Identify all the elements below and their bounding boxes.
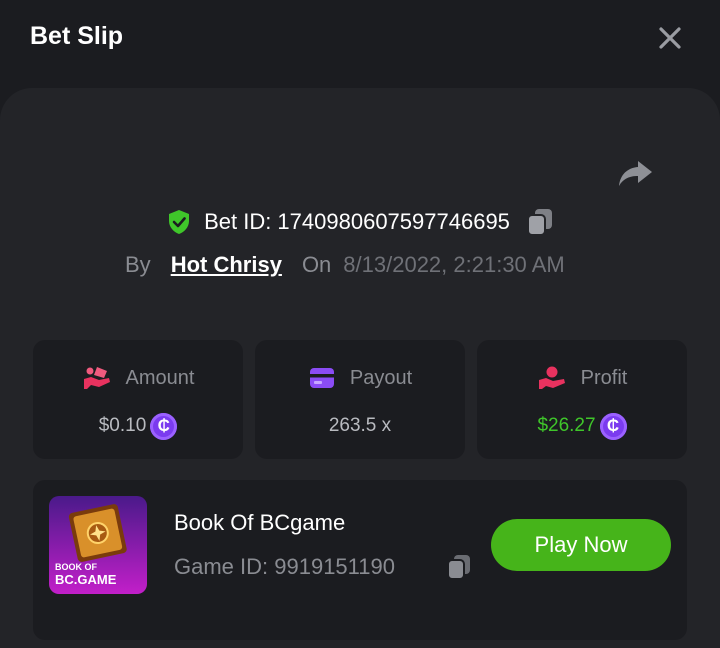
payout-header: Payout (255, 364, 465, 392)
bet-slip-header: Bet Slip (0, 0, 720, 80)
bet-id-row: Bet ID: 1740980607597746695 (0, 204, 720, 240)
profit-label: Profit (580, 366, 628, 389)
page-title: Bet Slip (30, 22, 124, 50)
copy-bet-id-icon[interactable] (526, 207, 554, 237)
coin-icon: ₵ (150, 412, 178, 440)
bet-id: Bet ID: 1740980607597746695 (204, 209, 510, 234)
share-button[interactable] (616, 155, 654, 191)
share-icon (619, 161, 652, 186)
profit-value: $26.27 (537, 415, 596, 436)
money-hand-icon (83, 367, 110, 389)
on-label: On (301, 252, 332, 277)
game-card: BOOK OF BC.GAME Book Of BCgame Game ID: … (33, 480, 687, 640)
close-button[interactable] (654, 22, 686, 54)
amount-value-row: $0.10 ₵ (33, 410, 243, 442)
profit-header: Profit (477, 364, 687, 392)
payout-value-row: 263.5 x (255, 410, 465, 442)
profit-hand-icon (538, 366, 565, 389)
play-now-button[interactable]: Play Now (491, 519, 671, 571)
profit-card: Profit $26.27 ₵ (477, 340, 687, 459)
game-thumbnail[interactable]: BOOK OF BC.GAME (49, 496, 147, 594)
game-name: Book Of BCgame (174, 510, 346, 535)
book-of-bcgame-logo: BOOK OF BC.GAME (49, 496, 147, 594)
amount-header: Amount (33, 364, 243, 392)
card-icon (309, 368, 334, 388)
bet-date: 8/13/2022, 2:21:30 AM (343, 252, 565, 277)
coin-icon: ₵ (599, 412, 627, 440)
amount-card: Amount $0.10 ₵ (33, 340, 243, 459)
verified-shield-icon (169, 210, 190, 234)
amount-label: Amount (125, 366, 195, 389)
amount-value: $0.10 (98, 415, 147, 436)
bet-meta-row: By Hot Chrisy On 8/13/2022, 2:21:30 AM (125, 248, 565, 282)
close-icon (659, 27, 681, 49)
thumb-text-1: BOOK OF (55, 562, 98, 572)
payout-label: Payout (349, 366, 413, 389)
payout-card: Payout 263.5 x (255, 340, 465, 459)
payout-value: 263.5 x (328, 415, 392, 436)
game-id: Game ID: 9919151190 (174, 554, 395, 579)
by-label: By (125, 252, 151, 277)
profit-value-row: $26.27 ₵ (477, 410, 687, 442)
copy-game-id-icon[interactable] (446, 553, 472, 581)
thumb-text-2: BC.GAME (55, 572, 117, 587)
username-link[interactable]: Hot Chrisy (171, 252, 282, 278)
